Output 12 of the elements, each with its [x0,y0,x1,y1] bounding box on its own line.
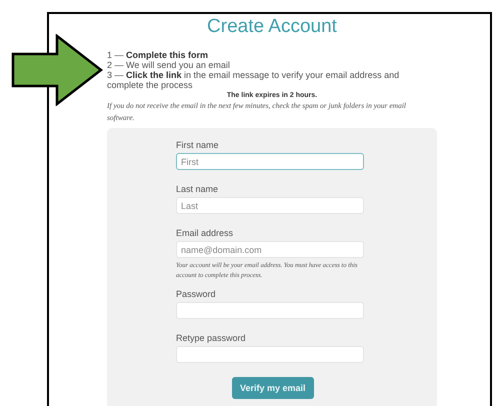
input-field[interactable]: First [176,153,364,170]
field-label: Password [176,289,217,299]
field-label: First name [176,140,220,150]
step-text: 1 — Complete this form [107,50,210,60]
verify-button[interactable]: Verify my email [232,377,314,399]
step-text: 3 — Click the link in the email message to verify your email address and complete the process [107,70,400,90]
arrow-icon [11,34,103,106]
field-label: Retype password [176,333,247,343]
field-label: Email address [176,228,234,238]
step-text: 2 — We will send you an email [107,60,231,70]
field-label: Last name [176,184,220,194]
page-title: Create Account [206,16,338,38]
